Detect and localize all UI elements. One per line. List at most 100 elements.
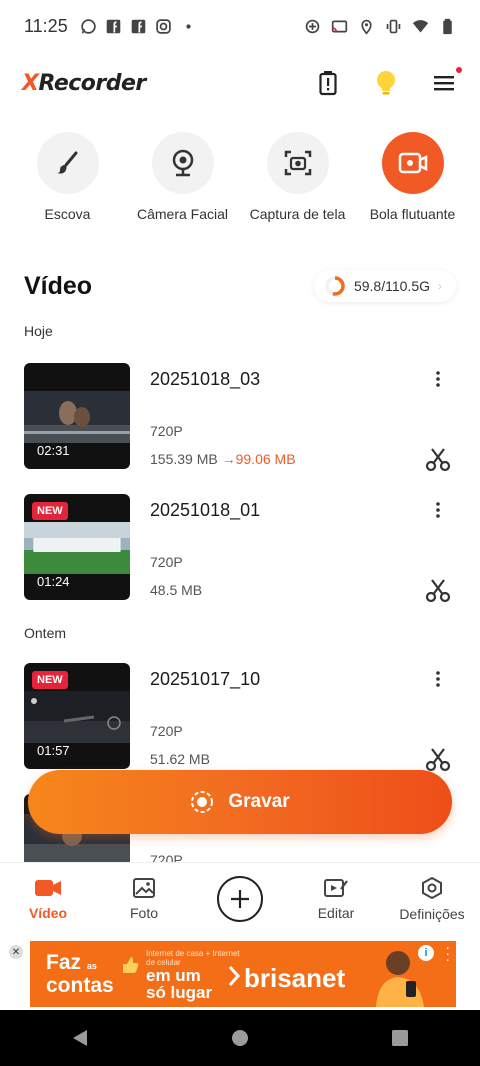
dot-icon (186, 23, 191, 29)
vibrate-icon (386, 19, 401, 33)
more-vertical-icon (436, 371, 440, 387)
add-button[interactable] (217, 875, 263, 922)
scissors-icon[interactable] (424, 745, 452, 773)
ad-brand: brisanet (244, 963, 346, 993)
notification-icons (80, 18, 197, 35)
tool-screenshot-label: Captura de tela (249, 206, 346, 222)
facebook-icon (106, 19, 121, 33)
settings-icon (422, 876, 442, 899)
video-thumbnail[interactable]: 02:31 (24, 363, 130, 469)
tools-row: Escova Câmera Facial Captura de tela Bol… (0, 132, 480, 222)
tool-floating-ball-circle (381, 132, 444, 194)
video-title: 20251018_03 (150, 369, 261, 389)
ad-banner[interactable]: Faz as contas Internet de casa + Internet… (30, 941, 456, 1007)
app-header: XRecorder (0, 58, 480, 108)
screenshot-icon (284, 150, 311, 176)
status-bar: 11:25 (0, 0, 480, 52)
scissors-icon[interactable] (424, 445, 452, 473)
ad-area: ✕ Faz as contas Internet de casa + Intern… (0, 938, 480, 1010)
tool-facecam[interactable]: Câmera Facial (128, 132, 238, 222)
floating-ball-icon (398, 152, 427, 174)
thumbnail-image (24, 391, 130, 443)
video-resolution: 720P (150, 852, 183, 862)
battery-alert-button[interactable] (314, 69, 342, 97)
instagram-icon (155, 18, 171, 34)
tool-brush-label: Escova (44, 206, 91, 222)
video-duration: 01:24 (37, 574, 70, 589)
video-duration: 02:31 (37, 443, 70, 458)
battery-icon (443, 18, 452, 34)
brisanet-logo-icon (228, 966, 241, 986)
video-camera-icon (35, 879, 61, 896)
more-options-button[interactable] (428, 498, 448, 522)
video-item[interactable]: NEW 01:57 20251017_10 720P 51.62 MB (24, 663, 456, 772)
nav-settings[interactable]: Definições (392, 876, 472, 922)
tool-facecam-label: Câmera Facial (136, 206, 229, 222)
thumbs-up-icon (123, 957, 139, 973)
scissors-icon[interactable] (424, 576, 452, 604)
bottom-navigation: Vídeo Foto Editar Definições (0, 862, 480, 934)
nav-edit[interactable]: Editar (296, 877, 376, 921)
facebook-icon (131, 19, 146, 33)
video-size: 48.5 MB (150, 582, 203, 598)
video-title: 20251018_01 (150, 500, 261, 520)
ad-headline: Faz as contas (46, 951, 114, 997)
lightbulb-icon (377, 71, 395, 95)
video-thumbnail[interactable]: NEW 01:24 (24, 494, 130, 600)
chevron-right-icon: › (438, 279, 442, 293)
video-resolution: 720P (150, 554, 183, 570)
whatsapp-icon (80, 18, 96, 34)
record-icon (191, 791, 214, 813)
status-time: 11:25 (24, 15, 68, 36)
system-navigation-bar (0, 1010, 480, 1066)
storage-indicator[interactable]: 59.8/110.5G › (313, 270, 456, 302)
tool-brush[interactable]: Escova (13, 132, 123, 222)
nav-video[interactable]: Vídeo (8, 877, 88, 921)
tool-floating-ball[interactable]: Bola flutuante (358, 132, 468, 222)
menu-icon (434, 76, 454, 91)
location-icon (361, 19, 372, 35)
add-icon (231, 889, 249, 908)
more-options-button[interactable] (428, 667, 448, 691)
tool-screenshot[interactable]: Captura de tela (243, 132, 353, 222)
nav-add[interactable] (200, 875, 280, 922)
new-badge: NEW (32, 502, 68, 520)
app-logo: XRecorder (22, 71, 146, 96)
back-icon (73, 1030, 87, 1046)
size-arrow: → (221, 451, 236, 467)
video-duration: 01:57 (37, 743, 70, 758)
compressed-size: 99.06 MB (235, 451, 296, 467)
record-label: Gravar (228, 791, 290, 812)
video-item[interactable]: 02:31 20251018_03 720P 155.39 MB →99.06 … (24, 363, 456, 472)
ad-tagline: em um só lugar (146, 967, 212, 1001)
record-button[interactable]: Gravar (28, 770, 452, 834)
back-button[interactable] (60, 1018, 100, 1058)
ad-contas: contas (46, 974, 114, 997)
menu-button[interactable] (430, 67, 462, 97)
wifi-icon (412, 19, 429, 32)
tool-floating-ball-label: Bola flutuante (369, 206, 456, 222)
ad-faz: Faz (46, 951, 82, 974)
cast-icon (331, 20, 348, 32)
recents-button[interactable] (380, 1018, 420, 1058)
ad-close-button[interactable]: ✕ (9, 945, 23, 959)
ad-as: as (86, 961, 97, 971)
video-item[interactable]: NEW 01:24 20251018_01 720P 48.5 MB (24, 494, 456, 603)
tips-button[interactable] (372, 69, 400, 97)
more-options-button[interactable] (428, 367, 448, 391)
nav-photo-label: Foto (129, 904, 158, 921)
logo-text: Recorder (38, 70, 146, 96)
webcam-icon (172, 149, 193, 177)
edit-video-icon (324, 878, 348, 897)
thumbnail-image (24, 522, 130, 574)
video-title: 20251017_10 (150, 669, 261, 689)
home-button[interactable] (220, 1018, 260, 1058)
more-vertical-icon (436, 671, 440, 687)
nav-photo[interactable]: Foto (104, 877, 184, 921)
ad-info-icon[interactable]: i (418, 945, 434, 961)
ad-more-icon[interactable]: · · · (445, 941, 450, 966)
system-icons (304, 18, 456, 35)
logo-x: X (22, 70, 39, 96)
tool-facecam-circle (151, 132, 214, 194)
video-thumbnail[interactable]: NEW 01:57 (24, 663, 130, 769)
